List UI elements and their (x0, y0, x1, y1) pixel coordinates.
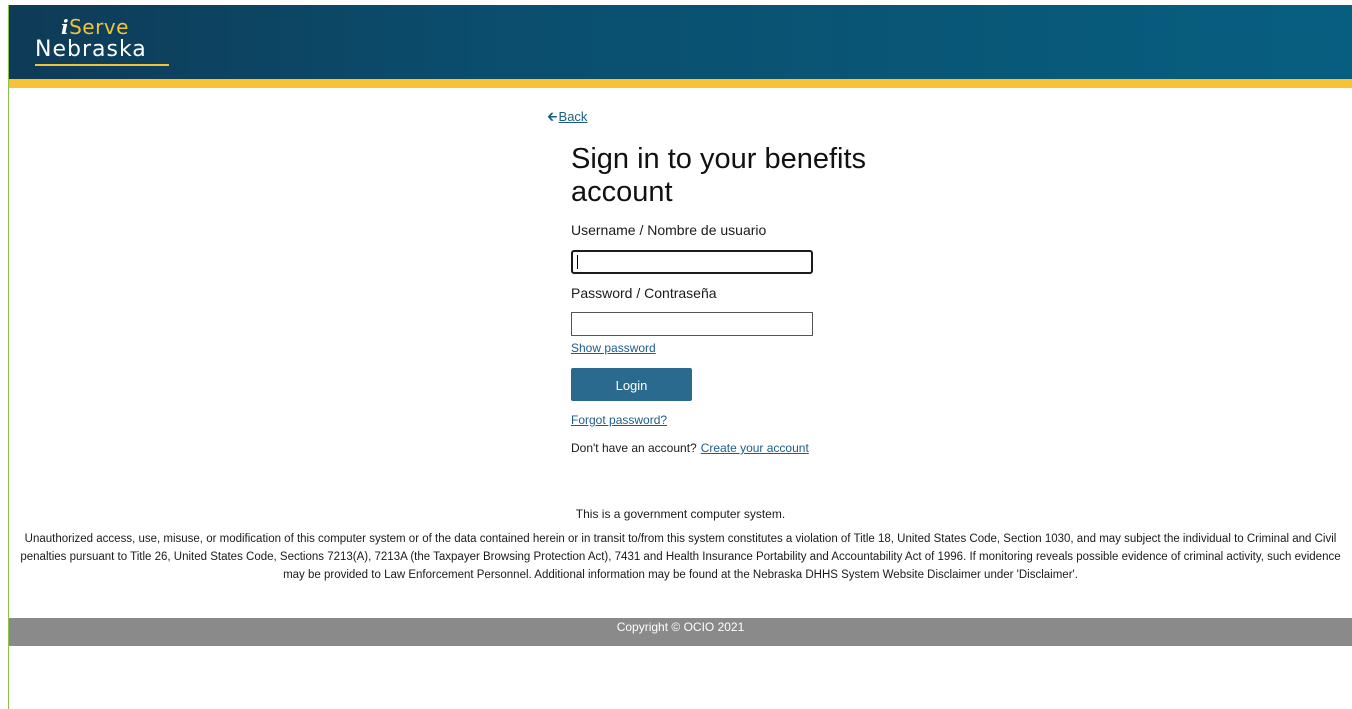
page-frame: iServe Nebraska 🡰Back Sign in to your be… (8, 5, 1352, 709)
create-account-link[interactable]: Create your account (701, 441, 809, 455)
site-header: iServe Nebraska (9, 5, 1352, 79)
username-label: Username / Nombre de usuario (571, 222, 767, 238)
back-link[interactable]: 🡰Back (547, 108, 587, 130)
login-button[interactable]: Login (571, 368, 692, 401)
copyright-text: Copyright © OCIO 2021 (616, 620, 745, 634)
show-password-link[interactable]: Show password (571, 341, 656, 355)
password-input[interactable] (571, 312, 813, 336)
password-label: Password / Contraseña (571, 285, 717, 301)
iserve-nebraska-logo[interactable]: iServe Nebraska (35, 15, 185, 67)
logo-nebraska: Nebraska (35, 37, 147, 62)
logo-underline (35, 64, 169, 66)
logo-top-text: iServe (61, 15, 129, 39)
logo-i-prefix: i (61, 15, 70, 39)
no-account-text: Don't have an account? (571, 441, 697, 455)
username-input[interactable] (571, 250, 813, 274)
back-label: Back (558, 109, 588, 124)
government-notice: This is a government computer system. (575, 507, 786, 521)
text-caret (577, 255, 578, 269)
header-accent-stripe (9, 79, 1352, 88)
arrow-left-icon: 🡰 (547, 109, 558, 124)
page-title: Sign in to your benefits account (571, 143, 867, 208)
logo-serve: Serve (69, 15, 129, 39)
create-account-row: Don't have an account? Create your accoun… (571, 441, 809, 455)
site-footer: Copyright © OCIO 2021 (9, 618, 1352, 646)
forgot-password-link[interactable]: Forgot password? (571, 413, 667, 427)
legal-disclaimer: Unauthorized access, use, misuse, or mod… (20, 533, 1341, 581)
